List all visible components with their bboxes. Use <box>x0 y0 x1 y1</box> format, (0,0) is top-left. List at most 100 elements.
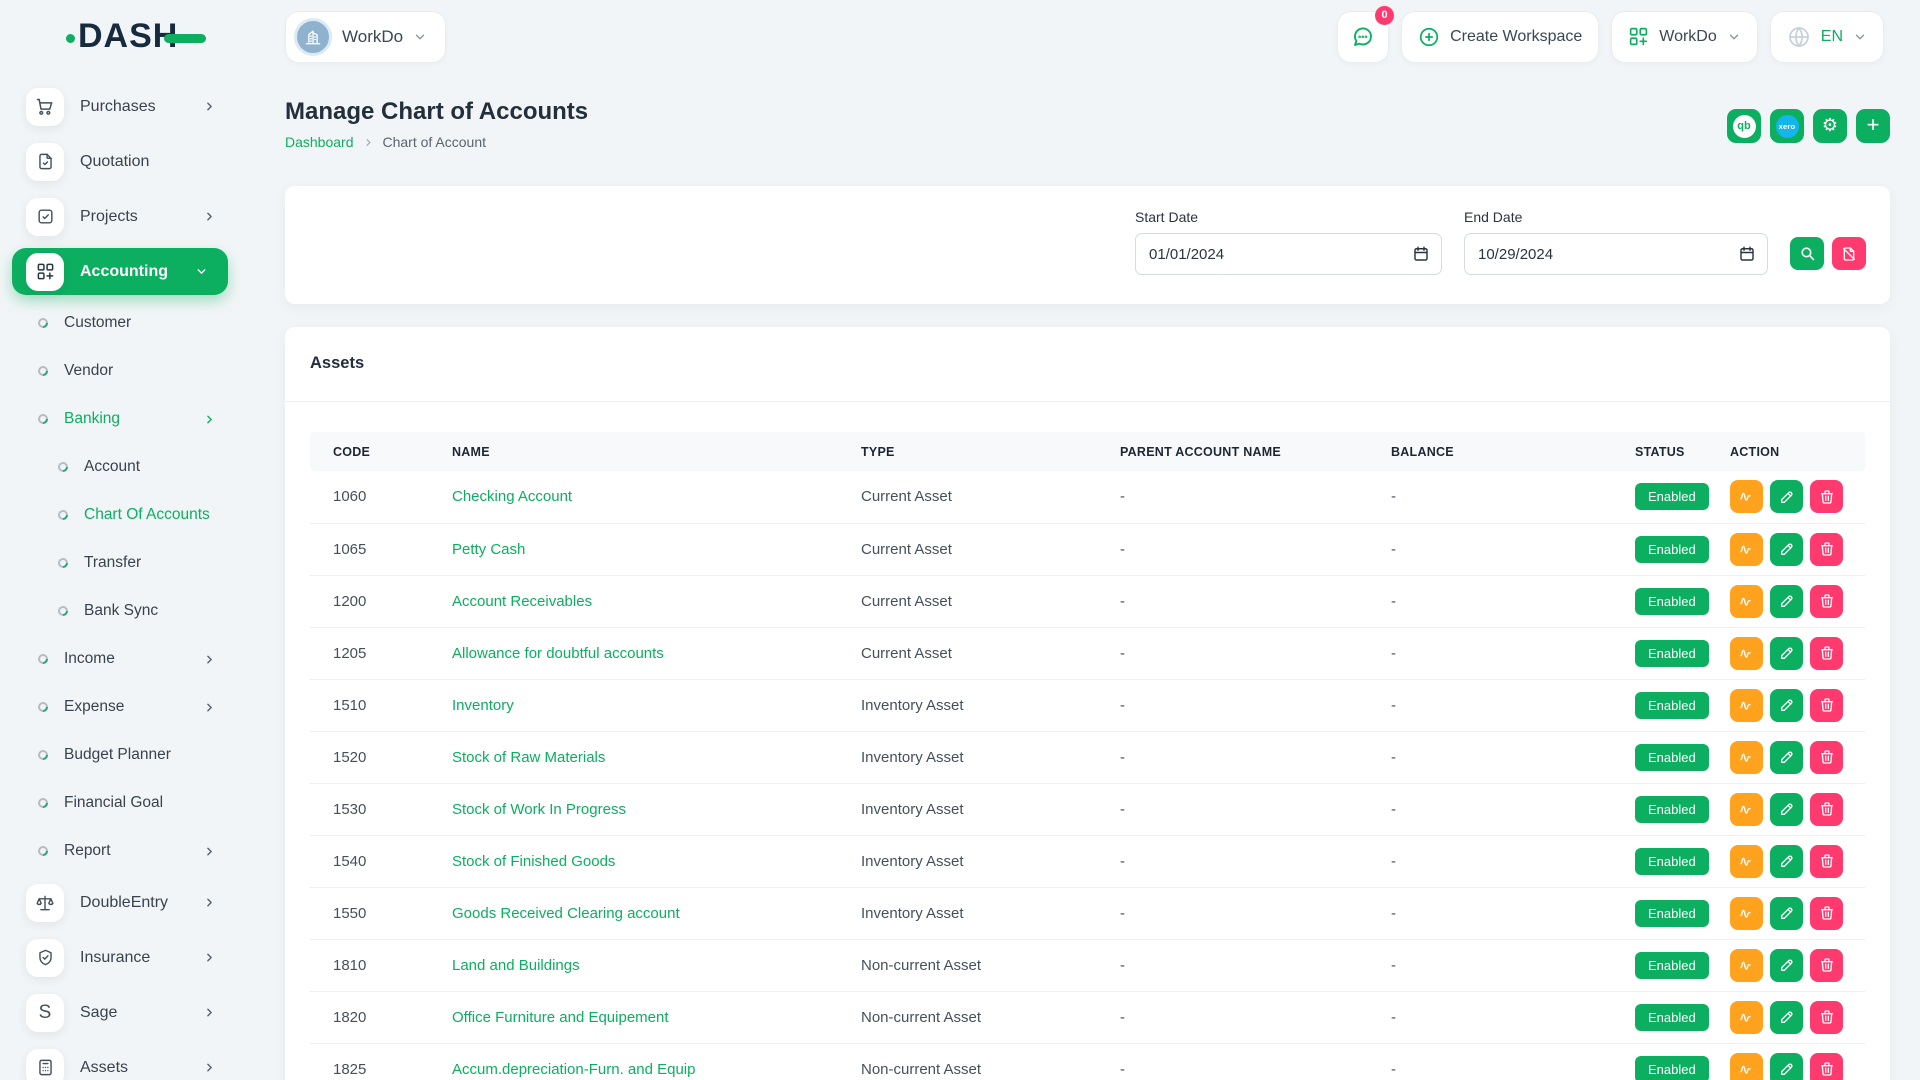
activity-wave-icon <box>1738 645 1755 662</box>
bullet-icon <box>36 412 50 426</box>
status-badge[interactable]: Enabled <box>1635 536 1709 563</box>
status-badge[interactable]: Enabled <box>1635 1004 1709 1031</box>
delete-button[interactable] <box>1810 897 1843 930</box>
transactions-button[interactable] <box>1730 689 1763 722</box>
sidebar-item-customer[interactable]: Customer <box>0 299 240 347</box>
edit-button[interactable] <box>1770 637 1803 670</box>
breadcrumb-dashboard-link[interactable]: Dashboard <box>285 134 354 150</box>
transactions-button[interactable] <box>1730 793 1763 826</box>
sidebar-item-transfer[interactable]: Transfer <box>0 539 240 587</box>
end-date-input[interactable] <box>1464 233 1768 275</box>
edit-button[interactable] <box>1770 949 1803 982</box>
transactions-button[interactable] <box>1730 741 1763 774</box>
status-badge[interactable]: Enabled <box>1635 692 1709 719</box>
status-badge[interactable]: Enabled <box>1635 848 1709 875</box>
transactions-button[interactable] <box>1730 1001 1763 1034</box>
workspace-selector[interactable]: WorkDo <box>285 11 446 63</box>
transactions-button[interactable] <box>1730 637 1763 670</box>
edit-button[interactable] <box>1770 533 1803 566</box>
delete-button[interactable] <box>1810 585 1843 618</box>
edit-button[interactable] <box>1770 1001 1803 1034</box>
reset-filter-button[interactable] <box>1832 237 1866 270</box>
quickbooks-button[interactable]: qb <box>1727 109 1761 143</box>
transactions-button[interactable] <box>1730 585 1763 618</box>
status-badge[interactable]: Enabled <box>1635 744 1709 771</box>
account-name-link[interactable]: Stock of Work In Progress <box>452 801 626 818</box>
account-name-link[interactable]: Goods Received Clearing account <box>452 905 680 922</box>
language-selector[interactable]: EN <box>1770 11 1884 63</box>
sidebar-item-expense[interactable]: Expense <box>0 683 240 731</box>
account-name-link[interactable]: Land and Buildings <box>452 957 580 974</box>
delete-button[interactable] <box>1810 1053 1843 1080</box>
sidebar-item-quotation[interactable]: Quotation <box>0 134 240 189</box>
account-name-link[interactable]: Petty Cash <box>452 541 525 558</box>
delete-button[interactable] <box>1810 949 1843 982</box>
account-name-link[interactable]: Stock of Finished Goods <box>452 853 615 870</box>
edit-button[interactable] <box>1770 689 1803 722</box>
delete-button[interactable] <box>1810 689 1843 722</box>
sidebar-item-doubleentry[interactable]: DoubleEntry <box>0 875 240 930</box>
account-name-link[interactable]: Inventory <box>452 697 514 714</box>
workdo-menu-button[interactable]: WorkDo <box>1611 11 1758 63</box>
status-badge[interactable]: Enabled <box>1635 900 1709 927</box>
sidebar-item-chart-of-accounts[interactable]: Chart Of Accounts <box>0 491 240 539</box>
start-date-input[interactable] <box>1135 233 1442 275</box>
settings-button[interactable]: ⚙ <box>1813 109 1847 143</box>
sidebar-item-assets[interactable]: Assets <box>0 1040 240 1080</box>
transactions-button[interactable] <box>1730 897 1763 930</box>
sidebar-item-sage[interactable]: S Sage <box>0 985 240 1040</box>
delete-button[interactable] <box>1810 845 1843 878</box>
delete-button[interactable] <box>1810 741 1843 774</box>
sidebar-item-account[interactable]: Account <box>0 443 240 491</box>
status-badge[interactable]: Enabled <box>1635 640 1709 667</box>
delete-button[interactable] <box>1810 637 1843 670</box>
transactions-button[interactable] <box>1730 533 1763 566</box>
status-badge[interactable]: Enabled <box>1635 796 1709 823</box>
bullet-icon <box>56 508 70 522</box>
apply-filter-button[interactable] <box>1790 237 1824 270</box>
account-name-link[interactable]: Allowance for doubtful accounts <box>452 645 664 662</box>
delete-button[interactable] <box>1810 533 1843 566</box>
sidebar-item-vendor[interactable]: Vendor <box>0 347 240 395</box>
edit-button[interactable] <box>1770 845 1803 878</box>
cell-balance: - <box>1391 731 1635 783</box>
status-badge[interactable]: Enabled <box>1635 588 1709 615</box>
transactions-button[interactable] <box>1730 1053 1763 1080</box>
delete-button[interactable] <box>1810 793 1843 826</box>
sidebar-item-financial-goal[interactable]: Financial Goal <box>0 779 240 827</box>
messages-button[interactable]: 0 <box>1337 11 1389 63</box>
edit-button[interactable] <box>1770 793 1803 826</box>
sidebar-item-income[interactable]: Income <box>0 635 240 683</box>
workdo-menu-label: WorkDo <box>1659 28 1717 46</box>
account-name-link[interactable]: Accum.depreciation-Furn. and Equip <box>452 1061 695 1078</box>
account-name-link[interactable]: Checking Account <box>452 488 572 505</box>
account-name-link[interactable]: Stock of Raw Materials <box>452 749 605 766</box>
xero-button[interactable]: xero <box>1770 109 1804 143</box>
account-name-link[interactable]: Office Furniture and Equipement <box>452 1009 669 1026</box>
sidebar-item-report[interactable]: Report <box>0 827 240 875</box>
add-account-button[interactable]: + <box>1856 109 1890 143</box>
delete-button[interactable] <box>1810 1001 1843 1034</box>
account-name-link[interactable]: Account Receivables <box>452 593 592 610</box>
brand-logo[interactable]: DASH <box>66 17 206 56</box>
status-badge[interactable]: Enabled <box>1635 483 1709 510</box>
edit-button[interactable] <box>1770 1053 1803 1080</box>
sidebar-item-purchases[interactable]: Purchases <box>0 79 240 134</box>
status-badge[interactable]: Enabled <box>1635 952 1709 979</box>
transactions-button[interactable] <box>1730 480 1763 513</box>
edit-button[interactable] <box>1770 585 1803 618</box>
sidebar-item-projects[interactable]: Projects <box>0 189 240 244</box>
status-badge[interactable]: Enabled <box>1635 1056 1709 1080</box>
edit-button[interactable] <box>1770 897 1803 930</box>
sidebar-item-bank-sync[interactable]: Bank Sync <box>0 587 240 635</box>
create-workspace-button[interactable]: Create Workspace <box>1401 11 1599 63</box>
sidebar-item-banking[interactable]: Banking <box>0 395 240 443</box>
transactions-button[interactable] <box>1730 949 1763 982</box>
delete-button[interactable] <box>1810 480 1843 513</box>
edit-button[interactable] <box>1770 741 1803 774</box>
sidebar-item-accounting[interactable]: Accounting <box>12 248 228 295</box>
edit-button[interactable] <box>1770 480 1803 513</box>
sidebar-item-budget-planner[interactable]: Budget Planner <box>0 731 240 779</box>
sidebar-item-insurance[interactable]: Insurance <box>0 930 240 985</box>
transactions-button[interactable] <box>1730 845 1763 878</box>
